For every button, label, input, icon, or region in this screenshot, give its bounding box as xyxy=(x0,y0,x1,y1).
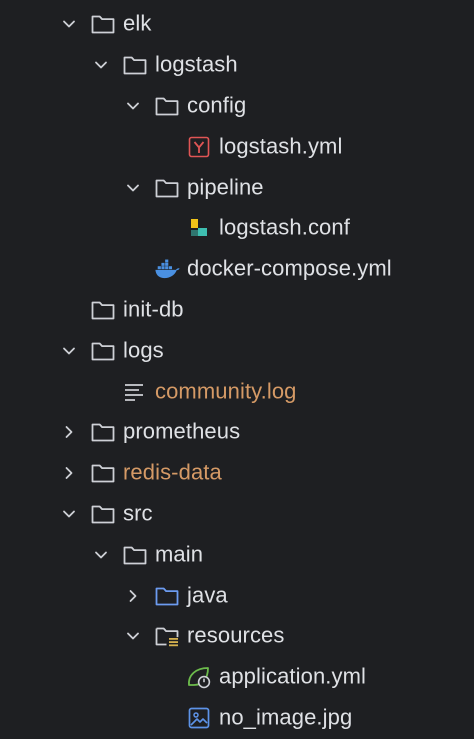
tree-item-label: init-db xyxy=(123,296,184,322)
tree-row-config[interactable]: config xyxy=(0,86,474,127)
yaml-file-icon xyxy=(186,134,212,160)
tree-row-docker-compose-yml[interactable]: docker-compose.yml xyxy=(0,249,474,290)
tree-row-logstash-yml[interactable]: logstash.yml xyxy=(0,126,474,167)
tree-item-label: redis-data xyxy=(123,459,222,485)
resources-folder-icon xyxy=(154,623,180,649)
chevron-right-icon[interactable] xyxy=(124,587,142,605)
tree-row-logstash[interactable]: logstash xyxy=(0,45,474,86)
docker-icon xyxy=(154,256,180,282)
folder-icon xyxy=(122,52,148,78)
tree-item-label: docker-compose.yml xyxy=(187,255,392,281)
tree-row-logstash-conf[interactable]: logstash.conf xyxy=(0,208,474,249)
tree-item-label: resources xyxy=(187,622,285,648)
tree-row-no-image-jpg[interactable]: no_image.jpg xyxy=(0,698,474,739)
tree-row-java[interactable]: java xyxy=(0,575,474,616)
tree-item-label: logs xyxy=(123,337,164,363)
tree-row-src[interactable]: src xyxy=(0,494,474,535)
tree-item-label: logstash.conf xyxy=(219,214,350,240)
logstash-conf-icon xyxy=(186,215,212,241)
chevron-down-icon[interactable] xyxy=(92,56,110,74)
folder-icon xyxy=(122,542,148,568)
folder-icon xyxy=(90,419,116,445)
tree-item-label: pipeline xyxy=(187,174,264,200)
folder-icon xyxy=(90,501,116,527)
tree-item-label: prometheus xyxy=(123,418,241,444)
tree-row-main[interactable]: main xyxy=(0,534,474,575)
chevron-down-icon[interactable] xyxy=(92,546,110,564)
tree-item-label: src xyxy=(123,500,153,526)
image-file-icon xyxy=(186,705,212,731)
tree-row-pipeline[interactable]: pipeline xyxy=(0,167,474,208)
tree-row-resources[interactable]: resources xyxy=(0,616,474,657)
chevron-down-icon[interactable] xyxy=(60,505,78,523)
chevron-down-icon[interactable] xyxy=(60,342,78,360)
folder-icon xyxy=(90,460,116,486)
folder-icon xyxy=(90,338,116,364)
source-folder-icon xyxy=(154,583,180,609)
folder-icon xyxy=(154,175,180,201)
tree-item-label: elk xyxy=(123,10,152,36)
tree-item-label: java xyxy=(187,582,228,608)
tree-row-elk[interactable]: elk xyxy=(0,4,474,45)
chevron-down-icon[interactable] xyxy=(124,179,142,197)
tree-row-prometheus[interactable]: prometheus xyxy=(0,412,474,453)
chevron-right-icon[interactable] xyxy=(60,464,78,482)
tree-row-redis-data[interactable]: redis-data xyxy=(0,453,474,494)
tree-item-label: config xyxy=(187,92,247,118)
folder-icon xyxy=(90,297,116,323)
tree-row-community-log[interactable]: community.log xyxy=(0,371,474,412)
tree-item-label: logstash xyxy=(155,51,238,77)
spring-config-icon xyxy=(186,664,212,690)
log-file-icon xyxy=(122,379,148,405)
tree-item-label: no_image.jpg xyxy=(219,704,353,730)
tree-item-label: application.yml xyxy=(219,663,367,689)
chevron-down-icon[interactable] xyxy=(124,627,142,645)
tree-row-init-db[interactable]: init-db xyxy=(0,290,474,331)
tree-item-label: logstash.yml xyxy=(219,133,343,159)
project-tree: elk logstash config logstash.yml pipeline log… xyxy=(0,0,474,739)
tree-item-label: community.log xyxy=(155,378,297,404)
folder-icon xyxy=(90,11,116,37)
chevron-down-icon[interactable] xyxy=(124,97,142,115)
folder-icon xyxy=(154,93,180,119)
tree-row-application-yml[interactable]: application.yml xyxy=(0,657,474,698)
tree-item-label: main xyxy=(155,541,204,567)
chevron-right-icon[interactable] xyxy=(60,423,78,441)
chevron-down-icon[interactable] xyxy=(60,15,78,33)
tree-row-logs[interactable]: logs xyxy=(0,330,474,371)
